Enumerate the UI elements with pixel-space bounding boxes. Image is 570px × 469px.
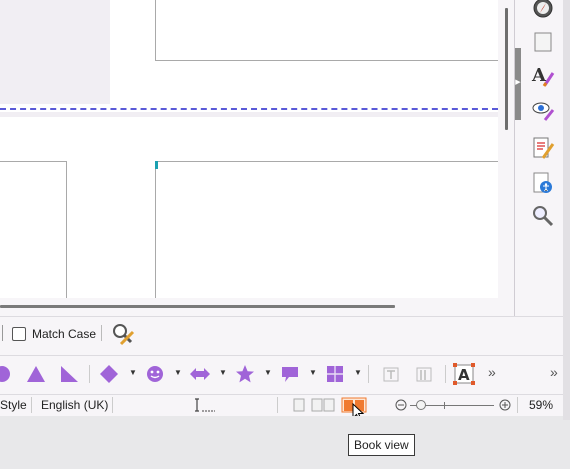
- single-page-view-icon[interactable]: [293, 398, 305, 415]
- find-icon[interactable]: [530, 203, 556, 229]
- divider: [277, 397, 278, 413]
- page-gap-horizontal: [0, 112, 498, 117]
- window-shadow: [563, 0, 570, 420]
- zoom-percent[interactable]: 59%: [529, 398, 553, 412]
- callout-shape-icon[interactable]: [278, 362, 302, 386]
- vertical-text-frame-icon[interactable]: [412, 362, 436, 386]
- fontwork-icon[interactable]: A: [452, 362, 476, 386]
- text-cursor: [155, 161, 158, 169]
- page-border: [155, 161, 498, 162]
- page-border: [66, 161, 67, 298]
- page-icon[interactable]: [530, 29, 556, 55]
- divider: [517, 397, 518, 413]
- page-border: [0, 161, 66, 162]
- page-break-guide: [0, 108, 498, 110]
- divider: [0, 355, 563, 356]
- chevron-down-icon[interactable]: ▼: [264, 368, 272, 377]
- double-arrow-shape-icon[interactable]: [188, 362, 212, 386]
- match-case-label[interactable]: Match Case: [32, 327, 96, 341]
- page-gap: [0, 0, 110, 104]
- page-border: [155, 60, 498, 61]
- accessibility-check-icon[interactable]: [530, 170, 556, 196]
- page-border: [155, 161, 156, 298]
- divider: [368, 365, 369, 383]
- more-tools-button[interactable]: »: [488, 364, 496, 380]
- zoom-in-icon[interactable]: [499, 399, 511, 414]
- triangle-shape-icon[interactable]: [24, 362, 48, 386]
- zoom-slider-center-mark: [444, 402, 445, 409]
- divider: [0, 394, 563, 395]
- right-triangle-shape-icon[interactable]: [57, 362, 81, 386]
- styles-icon[interactable]: A: [530, 62, 556, 88]
- zoom-out-icon[interactable]: [395, 399, 407, 414]
- toolbar-overflow-button[interactable]: »: [550, 364, 558, 380]
- multi-page-view-icon[interactable]: [311, 398, 335, 415]
- svg-text:A: A: [458, 366, 470, 384]
- flowchart-shape-icon[interactable]: [323, 362, 347, 386]
- chevron-down-icon[interactable]: ▼: [354, 368, 362, 377]
- match-case-checkbox[interactable]: [12, 327, 26, 341]
- horizontal-scrollbar-thumb[interactable]: [0, 305, 395, 308]
- diamond-shape-icon[interactable]: [97, 362, 121, 386]
- star-shape-icon[interactable]: [233, 362, 257, 386]
- page-border: [155, 0, 156, 61]
- selection-mode-icon[interactable]: [194, 397, 218, 413]
- vertical-scrollbar-thumb[interactable]: [505, 8, 508, 130]
- divider: [31, 397, 32, 413]
- writer-window: ▶ A Match Case ▼ ▼ ▼ ▼ ▼ ▼ A » » Style E…: [0, 0, 563, 416]
- chevron-down-icon[interactable]: ▼: [129, 368, 137, 377]
- navigator-icon[interactable]: [530, 0, 556, 21]
- chevron-down-icon[interactable]: ▼: [219, 368, 227, 377]
- find-and-replace-icon[interactable]: [110, 321, 136, 347]
- zoom-slider-thumb[interactable]: [416, 400, 426, 410]
- page-style-status[interactable]: Style: [0, 398, 27, 412]
- gallery-icon[interactable]: [530, 97, 556, 123]
- book-view-tooltip: Book view: [348, 434, 415, 456]
- chevron-down-icon[interactable]: ▼: [174, 368, 182, 377]
- divider: [0, 316, 563, 317]
- language-status[interactable]: English (UK): [41, 398, 108, 412]
- divider: [89, 365, 90, 383]
- text-frame-icon[interactable]: [379, 362, 403, 386]
- divider: [2, 325, 3, 341]
- divider: [101, 325, 102, 341]
- smiley-shape-icon[interactable]: [143, 362, 167, 386]
- divider: [112, 397, 113, 413]
- manage-changes-icon[interactable]: [530, 135, 556, 161]
- chevron-down-icon[interactable]: ▼: [309, 368, 317, 377]
- circle-shape-icon[interactable]: [0, 362, 14, 386]
- chevron-right-icon: ▶: [515, 79, 521, 86]
- divider: [445, 365, 446, 383]
- mouse-pointer-icon: [352, 402, 366, 416]
